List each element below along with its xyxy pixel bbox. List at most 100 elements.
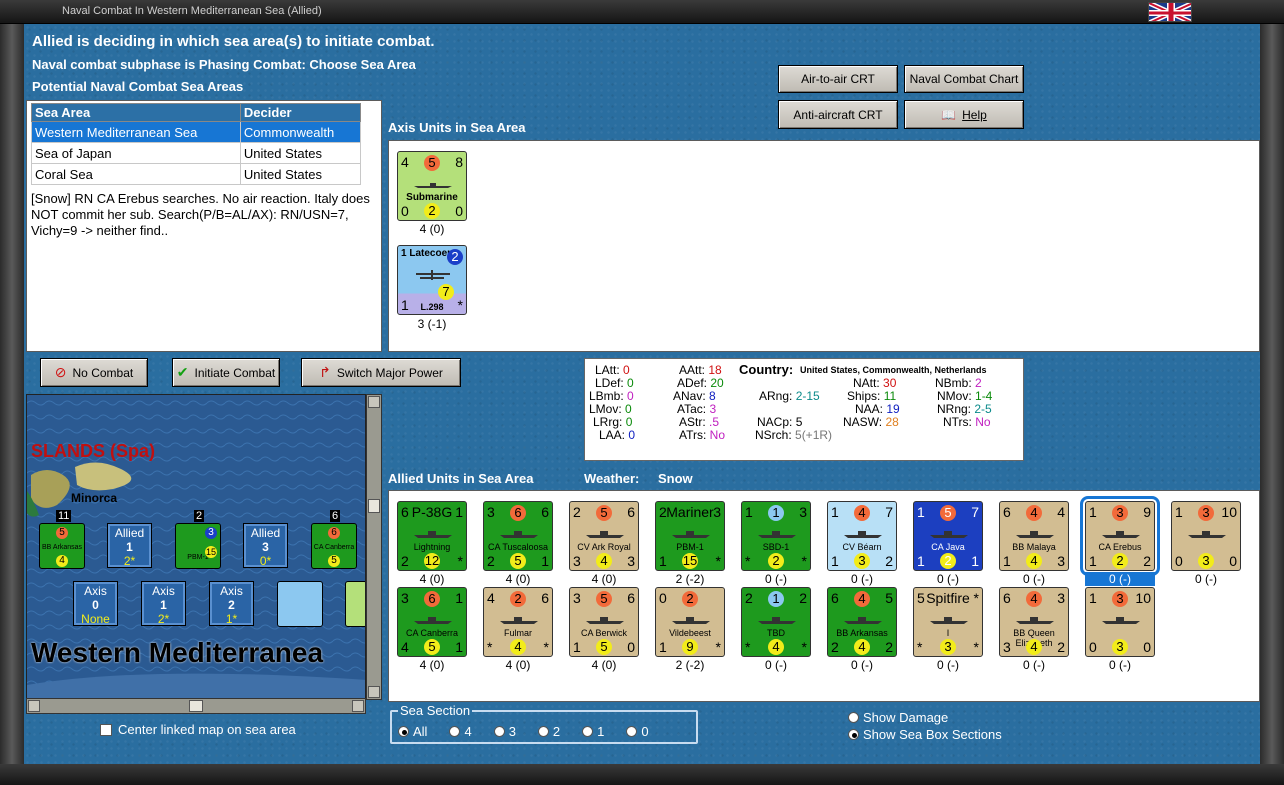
stat-dot: 4: [1026, 591, 1042, 607]
radio-button[interactable]: [848, 729, 859, 740]
show-sea-box-sections-radio[interactable]: Show Sea Box Sections: [848, 727, 1002, 742]
naval-combat-chart-button[interactable]: Naval Combat Chart: [904, 65, 1024, 93]
stat-dot: 3: [1198, 553, 1214, 569]
sea-area-table: Sea Area Decider Western Mediterranean Se…: [31, 103, 362, 185]
unit-counter[interactable]: 1 3 9 CA Erebus 1 2 2: [1080, 496, 1160, 576]
no-combat-button[interactable]: ⊘ No Combat: [40, 358, 148, 387]
unit-name: CA Canberra: [313, 544, 355, 551]
sea-box-axis-0[interactable]: Axis 0 None: [73, 581, 118, 626]
radio-button[interactable]: [582, 726, 594, 737]
unit-counter[interactable]: 2 5 6 CV Ark Royal 3 4 3: [569, 501, 639, 571]
table-row[interactable]: Western Mediterranean Sea Commonwealth: [31, 121, 362, 143]
map-horizontal-scrollbar[interactable]: [26, 698, 366, 714]
unit-counter[interactable]: 2 1 2 TBD * 4 *: [741, 587, 811, 657]
stat-dot: 4: [1026, 505, 1042, 521]
switch-arrow-icon: ↱: [319, 364, 331, 380]
stat-value: No: [975, 415, 991, 429]
sea-section-option[interactable]: 3: [493, 724, 516, 739]
stat: 4: [1057, 504, 1065, 520]
linked-map[interactable]: SLANDS (Spa) Minorca Western Mediterrane…: [26, 394, 366, 700]
unit-counter[interactable]: 4 2 6 Fulmar * 4 *: [483, 587, 553, 657]
unit-counter[interactable]: 1 3 10 0 3 0: [1085, 587, 1155, 657]
sea-section-option[interactable]: 2: [537, 724, 561, 739]
radio-button[interactable]: [626, 726, 638, 737]
unit-counter[interactable]: 4 5 8 Submarine 0 2 0: [397, 151, 467, 221]
unit-counter[interactable]: 3 6 6 CA Tuscaloosa 2 5 1: [483, 501, 553, 571]
unit-counter[interactable]: 1 4 7 CV Béarn 1 3 2: [827, 501, 897, 571]
radio-button[interactable]: [449, 726, 461, 737]
stat: 9: [656, 638, 724, 655]
unit-counter[interactable]: 0 2 Vildebeest 1 9 *: [655, 587, 725, 657]
map-counter[interactable]: 2 3 PBM-1 15: [175, 510, 221, 569]
stat: 7: [971, 504, 979, 520]
map-counter-submarine[interactable]: [345, 581, 365, 627]
center-map-checkbox[interactable]: Center linked map on sea area: [100, 722, 296, 737]
switch-major-power-button[interactable]: ↱ Switch Major Power: [301, 358, 461, 387]
scroll-right-arrow[interactable]: [352, 700, 364, 712]
no-entry-icon: ⊘: [54, 364, 67, 380]
stat: *: [543, 639, 549, 655]
scroll-thumb[interactable]: [368, 499, 380, 513]
show-damage-radio[interactable]: Show Damage: [848, 710, 948, 725]
sea-section-option[interactable]: All: [398, 724, 427, 739]
stat-dot: 5: [940, 505, 956, 521]
radio-button[interactable]: [398, 726, 409, 737]
unit-counter[interactable]: 5 Spitfire * I * 3 *: [913, 587, 983, 657]
map-counter[interactable]: 11 5 BB Arkansas 4: [39, 510, 85, 569]
stat-label: NTrs: No: [943, 415, 991, 429]
unit-silhouette-icon: [1014, 526, 1056, 538]
sea-box-allied-1[interactable]: Allied 1 2*: [107, 523, 152, 568]
unit-counter[interactable]: 2 Mariner 3 PBM-1 1 15 *: [655, 501, 725, 571]
sea-box-axis-2[interactable]: Axis 2 1*: [209, 581, 254, 626]
initiate-combat-button[interactable]: ✔ Initiate Combat: [172, 358, 280, 387]
unit-name: BB Arkansas: [836, 628, 888, 638]
radio-button[interactable]: [537, 726, 549, 737]
unit-counter[interactable]: 6 P-38G 1 Lightning 2 12 *: [397, 501, 467, 571]
unit-strength-label: 4 (0): [591, 572, 617, 586]
unit-counter[interactable]: 1 Latecoere 2 1 7 * L.298: [397, 245, 467, 315]
scroll-down-arrow[interactable]: [368, 686, 380, 698]
sea-section-option[interactable]: 4: [449, 724, 472, 739]
stat: 1: [455, 590, 463, 606]
unit-counter[interactable]: 6 4 4 BB Malaya 1 4 3: [999, 501, 1069, 571]
unit-counter[interactable]: 1 1 3 SBD-1 * 2 *: [741, 501, 811, 571]
scroll-up-arrow[interactable]: [368, 396, 380, 408]
sea-box-allied-3[interactable]: Allied 3 0*: [243, 523, 288, 568]
unit-strength-label: 4 (0): [419, 572, 445, 586]
radio-button[interactable]: [848, 712, 859, 723]
box-header: Allied: [250, 526, 281, 540]
stat-dot: 9: [682, 639, 698, 655]
table-row[interactable]: Sea of Japan United States: [31, 142, 362, 164]
button-label: Help: [962, 107, 987, 122]
map-counter[interactable]: 6 6 CA Canberra 5: [311, 510, 357, 569]
unit-counter[interactable]: 6 4 5 BB Arkansas 2 4 2: [827, 587, 897, 657]
unit-strength-label: 3 (-1): [417, 317, 447, 331]
table-row[interactable]: Coral Sea United States: [31, 163, 362, 185]
sea-section-option[interactable]: 1: [582, 724, 604, 739]
unit-counter[interactable]: 1 5 7 CA Java 1 2 1: [913, 501, 983, 571]
unit-counter[interactable]: 643BB Queen Elizabeth342: [999, 587, 1069, 657]
radio-button[interactable]: [493, 726, 505, 737]
map-counter-latecoere[interactable]: [277, 581, 323, 627]
country-label: Country:: [739, 362, 794, 377]
box-number: 1: [160, 598, 167, 612]
axis-units-heading: Axis Units in Sea Area: [388, 120, 526, 135]
scroll-left-arrow[interactable]: [28, 700, 40, 712]
sea-box-axis-1[interactable]: Axis 1 2*: [141, 581, 186, 626]
sea-section-option[interactable]: 0: [626, 724, 649, 739]
scroll-thumb[interactable]: [189, 700, 203, 712]
unit-counter[interactable]: 3 5 6 CA Berwick 1 5 0: [569, 587, 639, 657]
stat-value: 3: [709, 402, 717, 416]
unit-silhouette-icon: [498, 612, 540, 624]
map-vertical-scrollbar[interactable]: [366, 394, 382, 700]
air-to-air-crt-button[interactable]: Air-to-air CRT: [778, 65, 898, 93]
radio-label: 2: [552, 724, 561, 739]
radio-label: Show Sea Box Sections: [863, 727, 1002, 742]
unit-counter[interactable]: 1 3 10 0 3 0: [1171, 501, 1241, 571]
anti-aircraft-crt-button[interactable]: Anti-aircraft CRT: [778, 100, 898, 129]
stat-label: NSrch: 5(+1R): [755, 428, 833, 442]
checkbox-box[interactable]: [100, 724, 112, 736]
help-button[interactable]: 📖 Help: [904, 100, 1024, 129]
unit-strength-label: 0 (-): [851, 658, 873, 672]
unit-counter[interactable]: 3 6 1 CA Canberra 4 5 1: [397, 587, 467, 657]
